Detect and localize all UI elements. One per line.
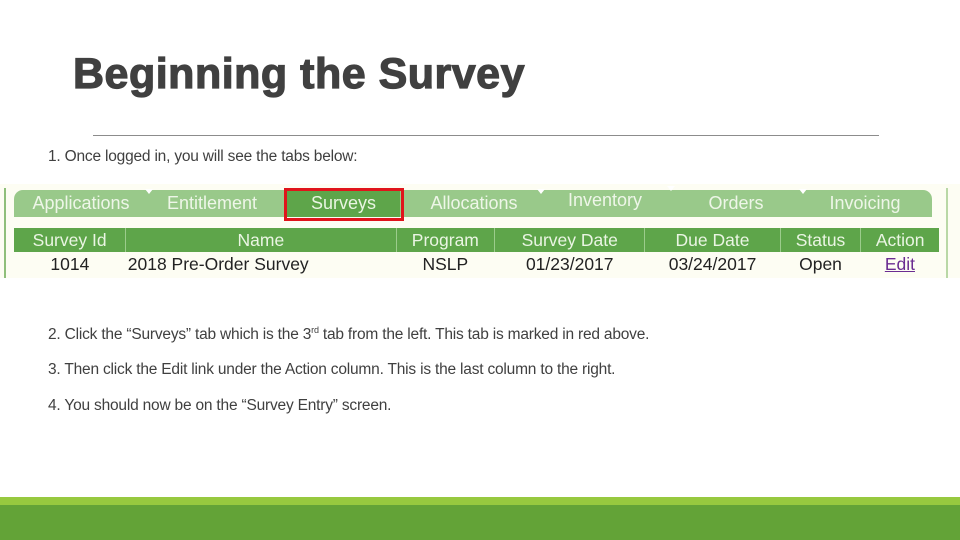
tab-label: Inventory bbox=[567, 190, 643, 210]
tab-label: Entitlement bbox=[166, 193, 258, 213]
screenshot-right-border bbox=[946, 188, 948, 278]
column-header-status[interactable]: Status bbox=[780, 228, 862, 252]
step-4-text: 4. You should now be on the “Survey Entr… bbox=[48, 397, 392, 414]
cell-name: 2018 Pre-Order Survey bbox=[127, 253, 309, 274]
cell-survey-date: 01/23/2017 bbox=[525, 253, 614, 274]
title-divider bbox=[93, 135, 879, 136]
surveys-table: Survey Id Name Program Survey Date Due D… bbox=[14, 228, 939, 276]
footer-accent-bar bbox=[0, 497, 960, 505]
tab-invoicing[interactable]: Invoicing bbox=[802, 190, 928, 217]
screenshot-left-border bbox=[4, 188, 6, 278]
footer-bar bbox=[0, 505, 960, 540]
tab-label: Orders bbox=[708, 193, 764, 213]
table-row: 1014 2018 Pre-Order Survey NSLP 01/23/20… bbox=[14, 252, 939, 276]
cell-status: Open bbox=[799, 253, 842, 274]
column-header-program[interactable]: Program bbox=[396, 228, 496, 252]
column-header-action[interactable]: Action bbox=[860, 228, 939, 252]
step-1-text: 1. Once logged in, you will see the tabs… bbox=[48, 148, 358, 165]
column-header-survey-id[interactable]: Survey Id bbox=[14, 228, 127, 252]
tab-applications[interactable]: Applications bbox=[14, 189, 153, 217]
cell-due-date: 03/24/2017 bbox=[668, 253, 757, 274]
column-header-name[interactable]: Name bbox=[125, 228, 397, 252]
tab-inventory[interactable]: Inventory bbox=[540, 186, 675, 214]
edit-link[interactable]: Edit bbox=[885, 254, 915, 274]
red-highlight-box bbox=[284, 188, 404, 221]
step-2-superscript: rd bbox=[311, 325, 319, 335]
table-header-row: Survey Id Name Program Survey Date Due D… bbox=[14, 228, 939, 252]
step-2-text: 2. Click the “Surveys” tab which is the … bbox=[48, 325, 649, 344]
cell-survey-id: 1014 bbox=[50, 253, 90, 274]
tab-orders[interactable]: Orders bbox=[670, 189, 807, 217]
tab-label: Allocations bbox=[430, 193, 518, 213]
step-3-text: 3. Then click the Edit link under the Ac… bbox=[48, 361, 616, 378]
tab-entitlement[interactable]: Entitlement bbox=[148, 190, 276, 217]
column-header-survey-date[interactable]: Survey Date bbox=[494, 228, 646, 252]
column-header-due-date[interactable]: Due Date bbox=[644, 228, 781, 252]
step-2-pre: 2. Click the “Surveys” tab which is the … bbox=[48, 326, 312, 343]
step-2-post: tab from the left. This tab is marked in… bbox=[318, 326, 650, 343]
tab-label: Invoicing bbox=[829, 193, 901, 213]
cell-program: NSLP bbox=[422, 253, 469, 274]
tab-allocations[interactable]: Allocations bbox=[408, 189, 545, 217]
embedded-screenshot: Applications Entitlement Surveys Allocat… bbox=[0, 184, 960, 278]
cell-action: Edit bbox=[861, 252, 939, 276]
slide-title: Beginning the Survey bbox=[72, 49, 526, 98]
tab-label: Applications bbox=[32, 193, 130, 213]
